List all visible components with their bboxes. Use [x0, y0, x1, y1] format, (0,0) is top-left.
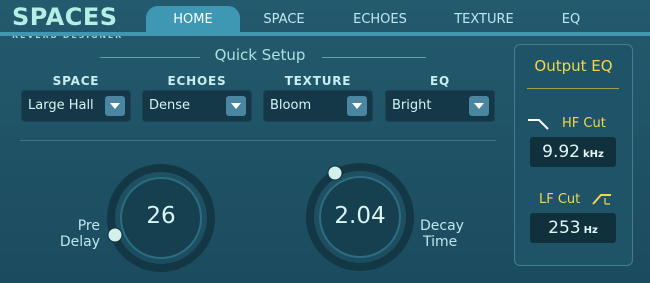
output-eq-panel: Output EQ HF Cut 9.92 kHz LF Cut 253 Hz [514, 44, 633, 266]
pre-delay-label-line1: Pre [77, 218, 100, 234]
lf-cut-unit: Hz [583, 225, 598, 236]
tab-eq[interactable]: EQ [538, 6, 604, 34]
echoes-dropdown-value: Dense [149, 98, 191, 113]
pre-delay-knob-handle[interactable] [107, 227, 123, 243]
tab-echoes[interactable]: ECHOES [330, 6, 430, 34]
echoes-label: ECHOES [167, 74, 227, 88]
hf-cut-field[interactable]: 9.92 kHz [530, 137, 616, 167]
quick-setup-title: Quick Setup [214, 46, 306, 64]
high-cut-filter-icon [528, 119, 549, 130]
tab-underline-band [0, 32, 650, 36]
space-label: SPACE [52, 74, 100, 88]
echoes-dropdown-button[interactable] [226, 96, 246, 116]
eq-dropdown-value: Bright [392, 98, 432, 113]
eq-label: EQ [430, 74, 450, 88]
texture-label: TEXTURE [284, 74, 352, 88]
chevron-down-icon [110, 103, 120, 109]
texture-dropdown-value: Bloom [270, 98, 312, 113]
eq-dropdown-button[interactable] [469, 96, 489, 116]
tab-texture[interactable]: TEXTURE [436, 6, 532, 34]
pre-delay-label-line2: Delay [59, 234, 100, 250]
hf-cut-unit: kHz [583, 149, 604, 160]
output-eq-title: Output EQ [534, 57, 613, 75]
space-dropdown-button[interactable] [105, 96, 125, 116]
hf-cut-label: HF Cut [562, 116, 606, 131]
chevron-down-icon [231, 103, 241, 109]
echoes-dropdown[interactable]: Dense [142, 90, 252, 122]
app-title: SPACES [12, 3, 118, 31]
chevron-down-icon [474, 103, 484, 109]
tab-home[interactable]: HOME [146, 6, 240, 34]
tab-bar: HOME SPACE ECHOES TEXTURE EQ [146, 6, 650, 34]
low-cut-filter-icon [592, 194, 611, 205]
lf-cut-label: LF Cut [539, 192, 581, 207]
decay-time-value: 2.04 [334, 203, 386, 229]
decay-time-label-line2: Time [423, 234, 458, 250]
chevron-down-icon [352, 103, 362, 109]
hf-cut-value: 9.92 [542, 142, 580, 162]
lf-cut-value: 253 [548, 218, 581, 238]
decay-time-label-line1: Decay [420, 218, 464, 234]
texture-dropdown[interactable]: Bloom [263, 90, 373, 122]
quick-setup-rule-right [322, 57, 426, 58]
space-dropdown-value: Large Hall [28, 98, 94, 113]
lf-cut-field[interactable]: 253 Hz [530, 213, 616, 243]
output-eq-rule [527, 88, 619, 89]
eq-dropdown[interactable]: Bright [385, 90, 495, 122]
tab-space[interactable]: SPACE [242, 6, 326, 34]
pre-delay-value: 26 [146, 203, 176, 229]
plugin-window: SPACES REVERB DESIGNER HOME SPACE ECHOES… [0, 0, 650, 283]
decay-time-knob-handle[interactable] [327, 165, 343, 181]
space-dropdown[interactable]: Large Hall [21, 90, 131, 122]
texture-dropdown-button[interactable] [347, 96, 367, 116]
section-divider [20, 140, 496, 141]
